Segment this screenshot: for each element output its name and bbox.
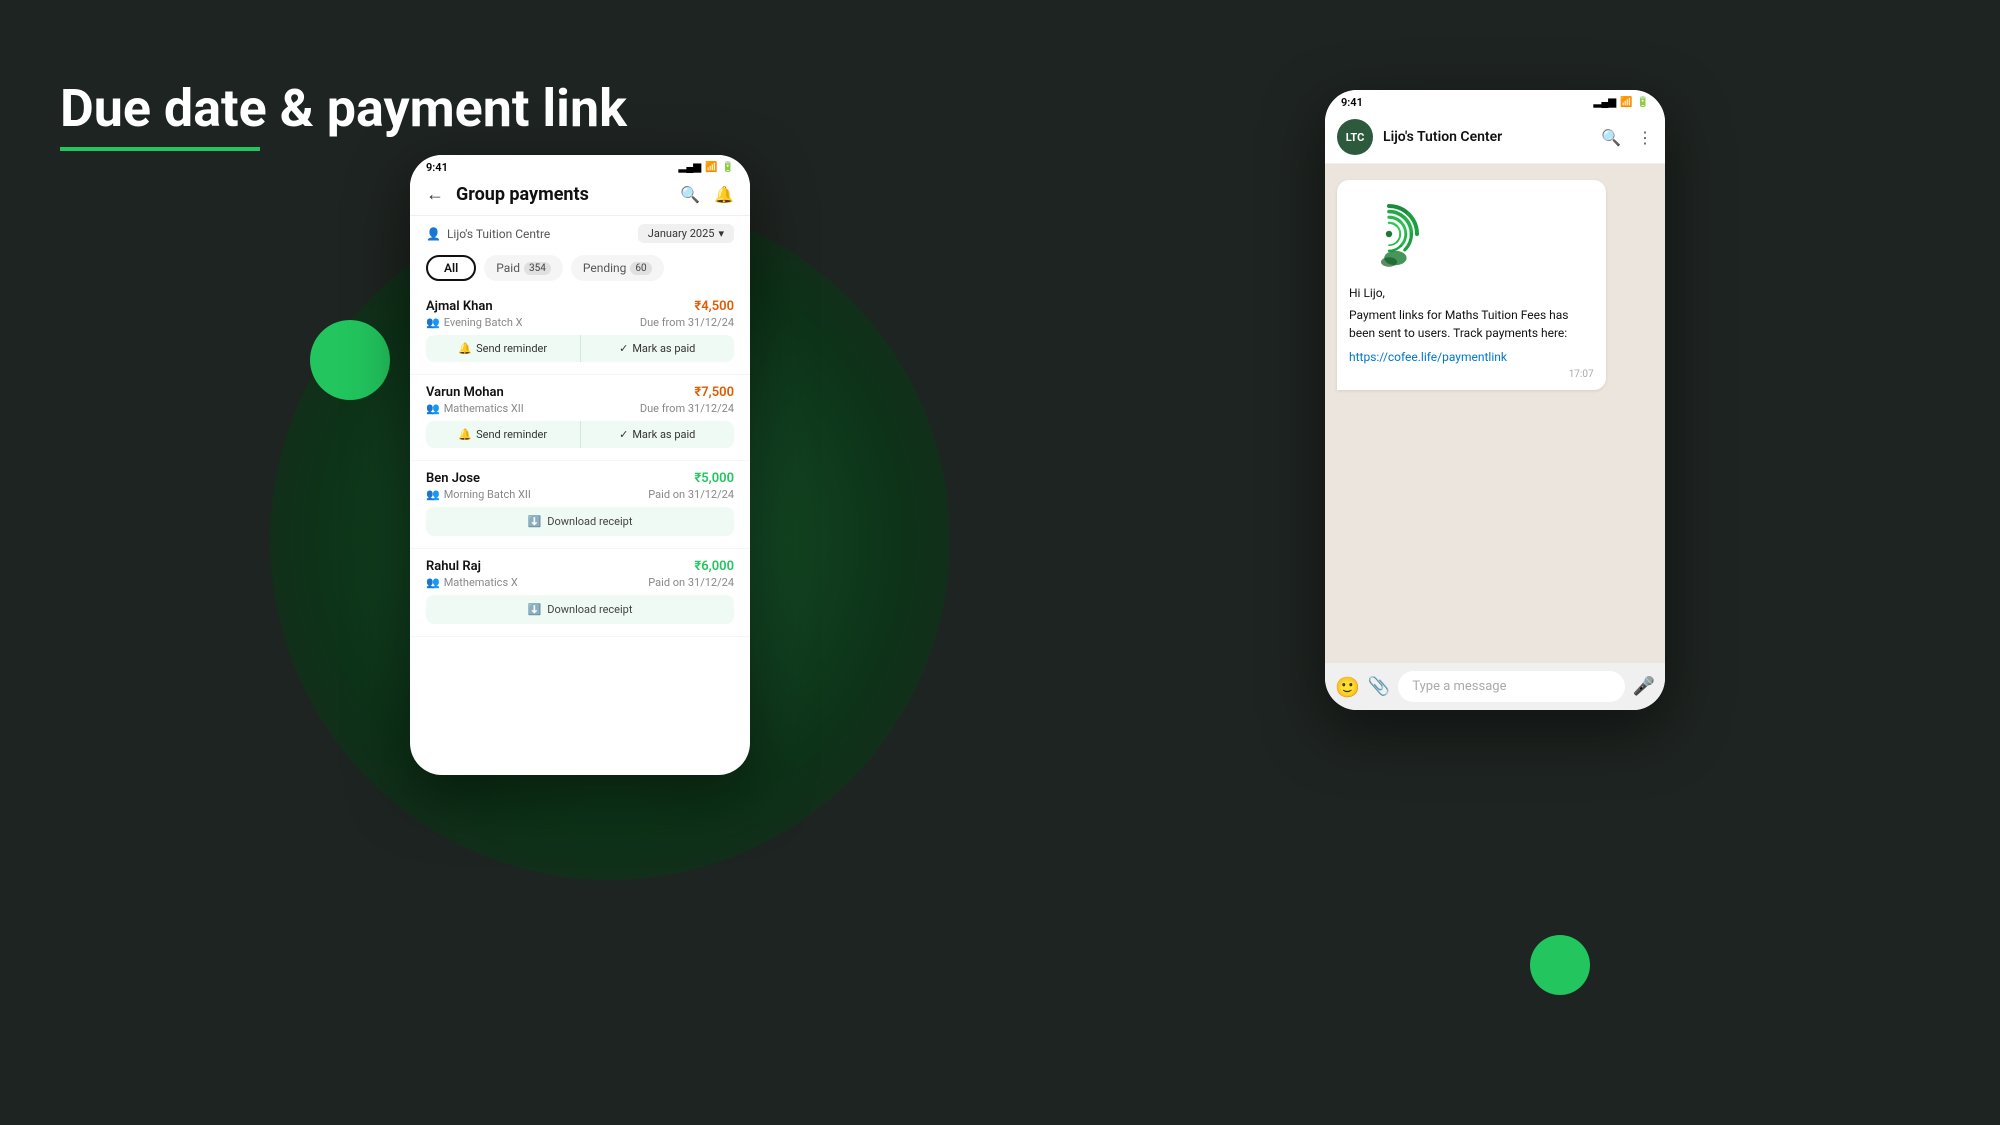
title-section: Due date & payment link <box>60 80 627 151</box>
batch-ben: 👥 Morning Batch XII <box>426 488 531 501</box>
wa-status-bar: 9:41 ▂▄▆ 📶 🔋 <box>1325 90 1665 111</box>
signal-icon: ▂▄▆ <box>679 162 701 173</box>
phone-right: 9:41 ▂▄▆ 📶 🔋 LTC Lijo's Tution Center 🔍 … <box>1325 90 1665 710</box>
back-button[interactable]: ← <box>426 184 444 205</box>
send-reminder-ajmal[interactable]: 🔔 Send reminder <box>426 335 581 362</box>
cofee-logo-container <box>1349 190 1594 274</box>
tuition-name: 👤 Lijo's Tuition Centre <box>426 227 550 241</box>
action-row-ajmal: 🔔 Send reminder ✓ Mark as paid <box>426 335 734 362</box>
download-icon-ben: ⬇️ <box>528 515 542 528</box>
mark-paid-ajmal[interactable]: ✓ Mark as paid <box>581 335 735 362</box>
cofee-logo-svg <box>1349 190 1429 270</box>
message-placeholder: Type a message <box>1412 679 1506 694</box>
batch-icon-ben: 👥 <box>426 488 440 501</box>
download-icon-rahul: ⬇️ <box>528 603 542 616</box>
payment-item-ajmal: Ajmal Khan ₹4,500 👥 Evening Batch X Due … <box>410 289 750 375</box>
title-underline <box>60 147 260 151</box>
month-badge[interactable]: January 2025 ▾ <box>638 224 734 243</box>
send-reminder-varun[interactable]: 🔔 Send reminder <box>426 421 581 448</box>
batch-rahul: 👥 Mathematics X <box>426 576 518 589</box>
wa-contact-name: Lijo's Tution Center <box>1383 129 1591 145</box>
battery-icon: 🔋 <box>722 162 734 173</box>
payment-name-rahul: Rahul Raj <box>426 559 481 574</box>
wa-time: 9:41 <box>1341 96 1363 109</box>
due-ajmal: Due from 31/12/24 <box>640 316 734 329</box>
mark-paid-varun[interactable]: ✓ Mark as paid <box>581 421 735 448</box>
tabs-row: All Paid 354 Pending 60 <box>410 251 750 289</box>
wa-more-icon[interactable]: ⋮ <box>1637 128 1653 147</box>
due-varun: Due from 31/12/24 <box>640 402 734 415</box>
check-icon: ✓ <box>619 342 628 355</box>
wa-search-icon[interactable]: 🔍 <box>1601 128 1621 147</box>
attach-button[interactable]: 📎 <box>1368 676 1390 697</box>
download-row-rahul[interactable]: ⬇️ Download receipt <box>426 595 734 624</box>
action-row-varun: 🔔 Send reminder ✓ Mark as paid <box>426 421 734 448</box>
left-time: 9:41 <box>426 161 448 174</box>
pending-badge: 60 <box>630 262 651 275</box>
wa-header: LTC Lijo's Tution Center 🔍 ⋮ <box>1325 111 1665 164</box>
payment-name-ben: Ben Jose <box>426 471 480 486</box>
wa-message-time: 17:07 <box>1349 369 1594 380</box>
batch-icon: 👥 <box>426 316 440 329</box>
wifi-icon: 📶 <box>705 162 717 173</box>
payment-item-rahul: Rahul Raj ₹6,000 👥 Mathematics X Paid on… <box>410 549 750 637</box>
batch-varun: 👥 Mathematics XII <box>426 402 524 415</box>
bell-small-icon-varun: 🔔 <box>458 428 472 441</box>
search-icon[interactable]: 🔍 <box>680 185 700 204</box>
bg-circle-small-right <box>1530 935 1590 995</box>
wa-greeting: Hi Lijo, <box>1349 284 1594 302</box>
bell-small-icon: 🔔 <box>458 342 472 355</box>
wa-header-icons: 🔍 ⋮ <box>1601 128 1653 147</box>
paid-on-rahul: Paid on 31/12/24 <box>648 576 734 589</box>
batch-icon-rahul: 👥 <box>426 576 440 589</box>
wa-wifi-icon: 📶 <box>1620 97 1632 108</box>
message-input[interactable]: Type a message <box>1398 671 1624 702</box>
tuition-row: 👤 Lijo's Tuition Centre January 2025 ▾ <box>410 216 750 251</box>
payment-amount-varun: ₹7,500 <box>694 385 734 400</box>
bg-circle-small-left <box>310 320 390 400</box>
download-row-ben[interactable]: ⬇️ Download receipt <box>426 507 734 536</box>
mic-button[interactable]: 🎤 <box>1633 676 1655 697</box>
wa-status-icons: ▂▄▆ 📶 🔋 <box>1594 97 1649 108</box>
wa-message-body: Payment links for Maths Tuition Fees has… <box>1349 306 1594 342</box>
payment-list: Ajmal Khan ₹4,500 👥 Evening Batch X Due … <box>410 289 750 775</box>
left-status-icons: ▂▄▆ 📶 🔋 <box>679 162 734 173</box>
header-title: Group payments <box>456 184 668 205</box>
payment-amount-rahul: ₹6,000 <box>694 559 734 574</box>
wa-avatar: LTC <box>1337 119 1373 155</box>
app-header: ← Group payments 🔍 🔔 <box>410 176 750 216</box>
tuition-icon: 👤 <box>426 227 441 241</box>
wa-message-bubble: Hi Lijo, Payment links for Maths Tuition… <box>1337 180 1606 390</box>
tab-all[interactable]: All <box>426 255 476 281</box>
left-status-bar: 9:41 ▂▄▆ 📶 🔋 <box>410 155 750 176</box>
check-icon-varun: ✓ <box>619 428 628 441</box>
payment-amount-ben: ₹5,000 <box>694 471 734 486</box>
payment-item-varun: Varun Mohan ₹7,500 👥 Mathematics XII Due… <box>410 375 750 461</box>
batch-ajmal: 👥 Evening Batch X <box>426 316 523 329</box>
wa-chat-area: Hi Lijo, Payment links for Maths Tuition… <box>1325 164 1665 663</box>
wa-input-bar: 🙂 📎 Type a message 🎤 <box>1325 663 1665 710</box>
month-label: January 2025 <box>648 227 715 240</box>
payment-amount-ajmal: ₹4,500 <box>694 299 734 314</box>
phone-left: 9:41 ▂▄▆ 📶 🔋 ← Group payments 🔍 🔔 👤 Lijo… <box>410 155 750 775</box>
wa-battery-icon: 🔋 <box>1637 97 1649 108</box>
payment-name-ajmal: Ajmal Khan <box>426 299 493 314</box>
paid-on-ben: Paid on 31/12/24 <box>648 488 734 501</box>
tab-pending[interactable]: Pending 60 <box>571 255 664 281</box>
batch-icon-varun: 👥 <box>426 402 440 415</box>
chevron-down-icon: ▾ <box>718 227 724 240</box>
bell-icon[interactable]: 🔔 <box>714 185 734 204</box>
payment-name-varun: Varun Mohan <box>426 385 504 400</box>
wa-signal-icon: ▂▄▆ <box>1594 97 1616 108</box>
wa-payment-link[interactable]: https://cofee.life/paymentlink <box>1349 350 1507 364</box>
header-icons: 🔍 🔔 <box>680 185 734 204</box>
paid-badge: 354 <box>524 262 551 275</box>
tab-paid[interactable]: Paid 354 <box>484 255 563 281</box>
emoji-button[interactable]: 🙂 <box>1335 675 1360 699</box>
page-title: Due date & payment link <box>60 80 627 137</box>
payment-item-ben: Ben Jose ₹5,000 👥 Morning Batch XII Paid… <box>410 461 750 549</box>
